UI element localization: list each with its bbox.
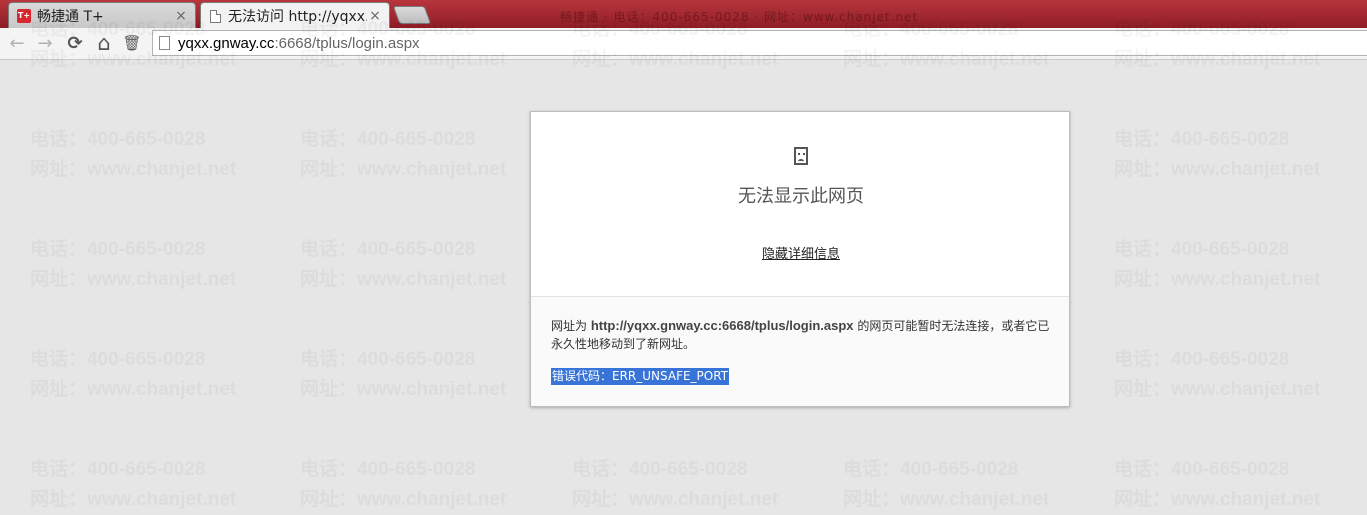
error-code: 错误代码：ERR_UNSAFE_PORT [551, 368, 730, 385]
watermark-text: 电话：400-665-0028网址：www.chanjet.net [30, 125, 236, 185]
forward-arrow-icon: → [37, 32, 53, 54]
watermark-phone: 电话：400-665-0028 [300, 345, 506, 375]
watermark-phone: 电话：400-665-0028 [300, 125, 506, 155]
hide-details-link[interactable]: 隐藏详细信息 [531, 243, 1071, 262]
url-host: yqxx.gnway.cc [178, 34, 275, 52]
page-icon [159, 36, 170, 50]
watermark-site: 网址：www.chanjet.net [30, 155, 236, 185]
watermark-phone: 电话：400-665-0028 [1114, 235, 1320, 265]
watermark-text: 电话：400-665-0028网址：www.chanjet.net [1114, 235, 1320, 295]
back-arrow-icon: ← [9, 32, 25, 54]
watermark-text: 电话：400-665-0028网址：www.chanjet.net [300, 125, 506, 185]
new-tab-button[interactable] [392, 6, 432, 24]
browser-toolbar: ← → ⟳ ⌂ 🗑 yqxx.gnway.cc:6668/tplus/login… [0, 28, 1367, 60]
watermark-phone: 电话：400-665-0028 [30, 345, 236, 375]
watermark-text: 电话：400-665-0028网址：www.chanjet.net [30, 455, 236, 515]
watermark-phone: 电话：400-665-0028 [30, 455, 236, 485]
watermark-text: 电话：400-665-0028网址：www.chanjet.net [572, 455, 778, 515]
watermark-text: 电话：400-665-0028网址：www.chanjet.net [300, 455, 506, 515]
watermark-phone: 电话：400-665-0028 [300, 455, 506, 485]
message-prefix: 网址为 [551, 319, 591, 333]
home-button[interactable]: ⌂ [93, 31, 115, 55]
watermark-text: 电话：400-665-0028网址：www.chanjet.net [1114, 455, 1320, 515]
watermark-phone: 电话：400-665-0028 [300, 235, 506, 265]
watermark-phone: 电话：400-665-0028 [843, 455, 1049, 485]
error-headline: 无法显示此网页 [738, 186, 864, 207]
message-url: http://yqxx.gnway.cc:6668/tplus/login.as… [590, 318, 854, 333]
error-message: 网址为 http://yqxx.gnway.cc:6668/tplus/logi… [551, 317, 1051, 353]
home-icon: ⌂ [97, 31, 111, 55]
error-card: 无法显示此网页 隐藏详细信息 网址为 http://yqxx.gnway.cc:… [530, 111, 1070, 407]
watermark-phone: 电话：400-665-0028 [30, 125, 236, 155]
tab-error-page[interactable]: 无法访问 http://yqxx.gnway.cc:6668/tplus/log… [200, 2, 390, 29]
watermark-text: 电话：400-665-0028网址：www.chanjet.net [300, 235, 506, 295]
watermark-site: 网址：www.chanjet.net [1114, 265, 1320, 295]
address-bar[interactable]: yqxx.gnway.cc:6668/tplus/login.aspx [152, 30, 1367, 56]
url-path: :6668/tplus/login.aspx [274, 34, 420, 52]
page-icon [210, 9, 221, 23]
clear-data-button[interactable]: 🗑 [121, 32, 143, 54]
tplus-favicon-icon: T+ [17, 8, 31, 23]
divider [531, 296, 1069, 297]
watermark-text: 电话：400-665-0028网址：www.chanjet.net [1114, 125, 1320, 185]
watermark-phone: 电话：400-665-0028 [30, 235, 236, 265]
watermark-text: 电话：400-665-0028网址：www.chanjet.net [30, 345, 236, 405]
watermark-site: 网址：www.chanjet.net [300, 375, 506, 405]
watermark-site: 网址：www.chanjet.net [300, 265, 506, 295]
watermark-site: 网址：www.chanjet.net [1114, 375, 1320, 405]
back-button[interactable]: ← [6, 32, 28, 54]
sad-page-icon [794, 147, 808, 165]
watermark-text: 电话：400-665-0028网址：www.chanjet.net [1114, 345, 1320, 405]
tab-title: 畅捷通 T+ [37, 8, 104, 25]
watermark-text: 电话：400-665-0028网址：www.chanjet.net [30, 235, 236, 295]
watermark-site: 网址：www.chanjet.net [300, 155, 506, 185]
watermark-site: 网址：www.chanjet.net [1114, 155, 1320, 185]
watermark-phone: 电话：400-665-0028 [1114, 455, 1320, 485]
tab-changjietong[interactable]: T+ 畅捷通 T+ × [8, 2, 196, 28]
watermark-site: 网址：www.chanjet.net [30, 265, 236, 295]
watermark-phone: 电话：400-665-0028 [1114, 125, 1320, 155]
trash-icon: 🗑 [122, 34, 142, 52]
watermark-phone: 电话：400-665-0028 [572, 455, 778, 485]
close-icon[interactable]: × [367, 8, 383, 24]
close-icon[interactable]: × [173, 8, 189, 24]
tab-title: 无法访问 http://yqxx.gnway.cc:6668/tplus/log… [228, 9, 367, 25]
reload-button[interactable]: ⟳ [64, 32, 86, 54]
tab-strip: T+ 畅捷通 T+ × 无法访问 http://yqxx.gnway.cc:66… [0, 0, 1367, 29]
titlebar-watermark: 畅捷通 · 电话：400-665-0028 · 网址：www.chanjet.n… [560, 10, 919, 24]
watermark-site: 网址：www.chanjet.net [30, 375, 236, 405]
watermark-phone: 电话：400-665-0028 [1114, 345, 1320, 375]
forward-button[interactable]: → [34, 32, 56, 54]
watermark-text: 电话：400-665-0028网址：www.chanjet.net [300, 345, 506, 405]
watermark-text: 电话：400-665-0028网址：www.chanjet.net [843, 455, 1049, 515]
reload-icon: ⟳ [67, 32, 83, 54]
